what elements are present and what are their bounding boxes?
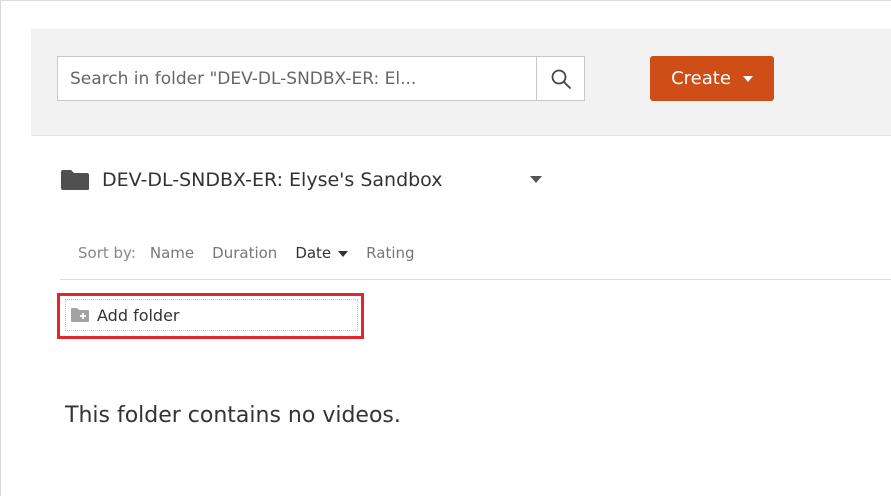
empty-folder-message: This folder contains no videos.: [65, 403, 401, 428]
search-input[interactable]: [58, 57, 536, 100]
folder-page: Create DEV-DL-SNDBX-ER: Elyse's Sandbox …: [0, 0, 891, 496]
folder-dropdown-button[interactable]: [529, 174, 543, 184]
search-box: [57, 56, 585, 101]
sort-descending-icon: [338, 251, 349, 257]
sort-bar: Sort by: Name Duration Date Rating: [60, 244, 891, 280]
folder-header: DEV-DL-SNDBX-ER: Elyse's Sandbox: [60, 164, 442, 196]
chevron-down-icon: [530, 175, 542, 183]
search-button[interactable]: [536, 57, 584, 100]
create-button[interactable]: Create: [650, 56, 774, 101]
sort-option-date-label: Date: [295, 244, 332, 262]
add-folder-icon: [71, 308, 89, 322]
create-button-label: Create: [671, 68, 731, 89]
add-folder-button[interactable]: Add folder: [65, 299, 358, 331]
add-folder-label: Add folder: [97, 305, 180, 325]
sort-option-name[interactable]: Name: [150, 244, 194, 262]
folder-icon: [61, 170, 89, 190]
sort-option-date[interactable]: Date: [295, 244, 349, 262]
toolbar: Create: [31, 29, 891, 136]
sort-label: Sort by:: [78, 244, 136, 262]
chevron-down-icon: [742, 75, 753, 82]
sort-option-duration[interactable]: Duration: [212, 244, 277, 262]
sort-option-rating[interactable]: Rating: [366, 244, 414, 262]
folder-title: DEV-DL-SNDBX-ER: Elyse's Sandbox: [102, 169, 443, 191]
search-icon: [551, 69, 571, 89]
